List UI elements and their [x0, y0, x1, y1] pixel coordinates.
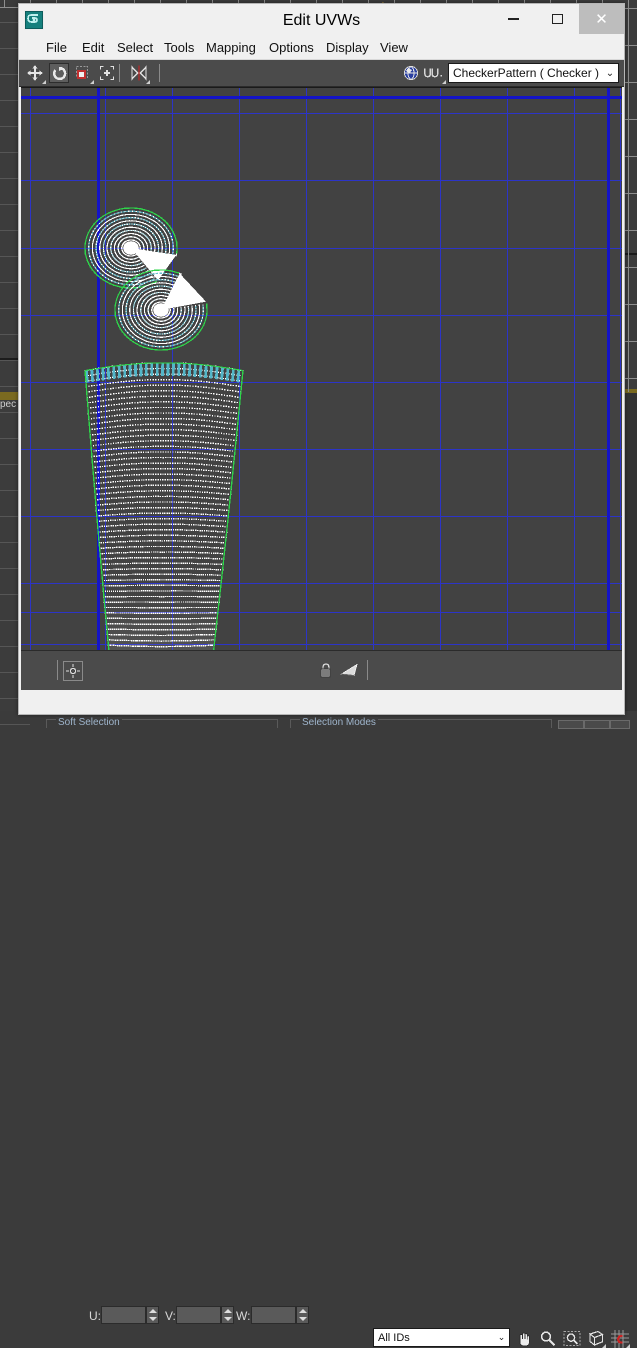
rollout-soft-selection-label: Soft Selection: [56, 717, 122, 728]
rollout-tiny-button-2[interactable]: [584, 720, 610, 729]
material-selector-value: CheckerPattern ( Checker ): [449, 66, 602, 80]
v-stepper-up-icon: [224, 1309, 232, 1313]
bottombar-separator-2: [367, 660, 368, 680]
minimize-button[interactable]: [491, 4, 535, 34]
uvw-channel-button[interactable]: [423, 63, 445, 83]
rotate-icon: [52, 66, 67, 81]
uv-edit-canvas[interactable]: [21, 87, 622, 651]
zoom-extents-button[interactable]: [585, 1330, 606, 1348]
bottom-toolbar: U: V: W:: [21, 650, 622, 691]
material-selector-combo[interactable]: CheckerPattern ( Checker ) ⌄: [448, 63, 619, 83]
w-input[interactable]: [251, 1306, 296, 1324]
u-stepper-down-icon: [149, 1317, 157, 1321]
material-id-filter-combo[interactable]: All IDs ⌄: [373, 1328, 510, 1347]
chevron-down-icon: ⌄: [602, 68, 618, 79]
snap-button[interactable]: [609, 1330, 630, 1348]
maximize-button[interactable]: [535, 4, 579, 34]
background-right-grid-line: [625, 82, 637, 83]
background-right-divider: [625, 253, 637, 255]
window-footer: [19, 690, 624, 714]
lock-selection-icon: [318, 663, 333, 679]
background-right-lower-panel: [625, 393, 637, 727]
zoom-button[interactable]: [537, 1330, 558, 1348]
uv-grid-and-shells: [21, 88, 622, 651]
v-stepper-down-icon: [224, 1317, 232, 1321]
menu-file[interactable]: File: [39, 37, 74, 59]
material-id-filter-value: All IDs: [374, 1332, 494, 1344]
uvw-flyout-icon: [441, 79, 446, 84]
freeform-icon: [99, 65, 115, 81]
w-stepper-down-icon: [299, 1317, 307, 1321]
transform-center-button[interactable]: [63, 661, 83, 681]
v-stepper[interactable]: [221, 1306, 234, 1324]
zoom-region-icon: [563, 1330, 581, 1348]
hand-icon: [515, 1330, 533, 1348]
background-right-grid-line: [625, 304, 637, 305]
background-right-grid-line: [625, 45, 637, 46]
close-icon: ✕: [595, 10, 608, 28]
u-input[interactable]: [101, 1306, 146, 1324]
mirror-tool-button[interactable]: [129, 63, 149, 83]
show-map-in-viewport-button[interactable]: [401, 63, 421, 83]
maximize-icon: [552, 14, 563, 24]
u-field-label: U:: [89, 1306, 101, 1327]
minimize-icon: [508, 18, 519, 20]
background-right-grid-line: [628, 0, 629, 392]
background-right-grid-line: [625, 230, 637, 231]
close-button[interactable]: ✕: [579, 4, 624, 34]
menu-bar: File Edit Select Tools Mapping Options D…: [19, 37, 624, 60]
snap-flyout-icon: [625, 1343, 630, 1348]
scale-flyout-icon: [89, 79, 94, 84]
zoom-region-button[interactable]: [561, 1330, 582, 1348]
rollout-tiny-button-3[interactable]: [610, 720, 630, 729]
menu-edit[interactable]: Edit: [75, 37, 111, 59]
menu-view[interactable]: View: [373, 37, 415, 59]
toolbar-separator-1: [119, 64, 120, 82]
u-stepper-up-icon: [149, 1309, 157, 1313]
background-right-grid-line: [625, 119, 637, 120]
pan-button[interactable]: [513, 1330, 534, 1348]
v-field-label: V:: [165, 1306, 176, 1327]
freeform-mode-button[interactable]: [97, 63, 117, 83]
filter-selected-faces-icon: [340, 663, 360, 679]
show-map-in-viewport-icon: [403, 65, 419, 81]
background-right-grid-line: [625, 267, 637, 268]
u-stepper[interactable]: [146, 1306, 159, 1324]
title-bar[interactable]: Edit UVWs ✕: [19, 4, 624, 37]
menu-display[interactable]: Display: [319, 37, 376, 59]
move-tool-button[interactable]: [25, 63, 45, 83]
bottombar-separator-1: [57, 660, 58, 680]
w-stepper[interactable]: [296, 1306, 309, 1324]
w-field-label: W:: [236, 1306, 250, 1327]
uvw-channel-icon: [424, 66, 444, 80]
v-input[interactable]: [176, 1306, 221, 1324]
toolbar-separator-2: [159, 64, 160, 82]
rotate-tool-button[interactable]: [49, 63, 69, 83]
background-right-grid-line: [625, 193, 637, 194]
chevron-down-icon: ⌄: [494, 1332, 509, 1343]
w-stepper-up-icon: [299, 1309, 307, 1313]
transform-center-icon: [66, 664, 80, 678]
uv-shells-overlay: [21, 88, 622, 651]
background-right-grid-line: [625, 156, 637, 157]
menu-tools[interactable]: Tools: [157, 37, 201, 59]
background-right-grid-line: [625, 8, 637, 9]
move-flyout-icon: [41, 79, 46, 84]
background-right-grid-line: [625, 341, 637, 342]
scale-tool-button[interactable]: [73, 63, 93, 83]
rollout-selection-modes-label: Selection Modes: [300, 717, 378, 728]
magnifier-icon: [539, 1330, 557, 1348]
menu-mapping[interactable]: Mapping: [199, 37, 263, 59]
lock-selection-button[interactable]: [315, 661, 335, 681]
zoom-extents-flyout-icon: [601, 1343, 606, 1348]
main-toolbar: CheckerPattern ( Checker ) ⌄: [19, 60, 624, 87]
menu-select[interactable]: Select: [110, 37, 160, 59]
background-panel-line: [0, 724, 30, 725]
background-right-grid-line: [625, 378, 637, 379]
filter-selected-faces-button[interactable]: [339, 661, 361, 681]
mirror-flyout-icon: [145, 79, 150, 84]
edit-uvws-window: Edit UVWs ✕ File Edit Select Tools Mappi…: [18, 3, 625, 715]
menu-options[interactable]: Options: [262, 37, 321, 59]
rollout-tiny-button-1[interactable]: [558, 720, 584, 729]
